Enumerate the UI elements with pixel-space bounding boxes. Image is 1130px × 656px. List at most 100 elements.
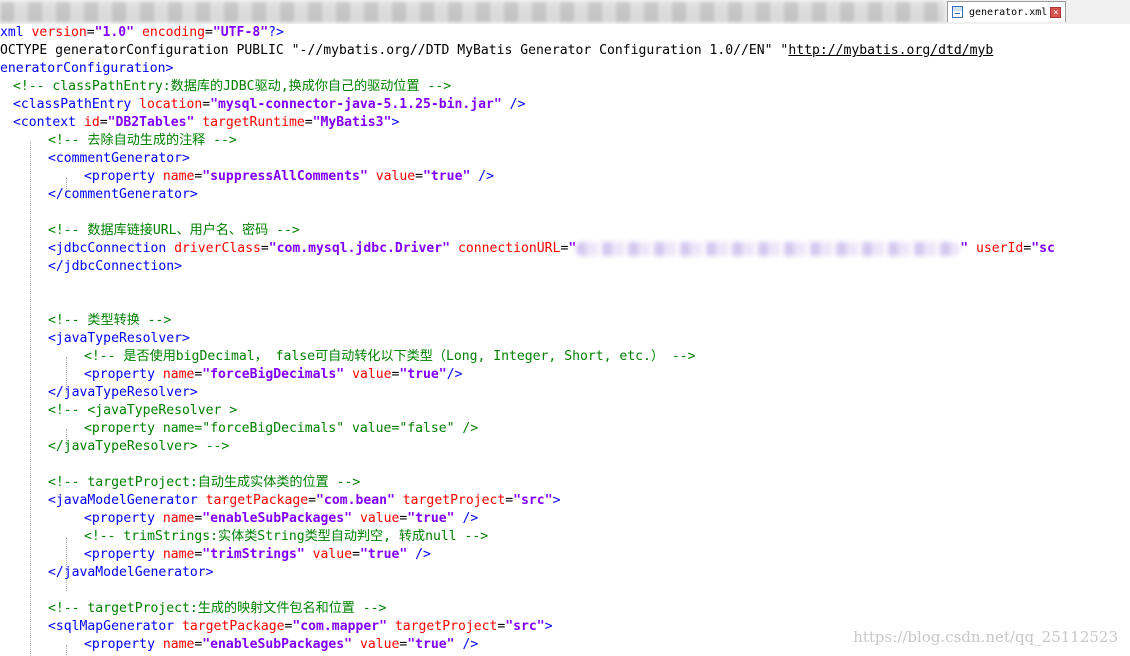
code-token: "com.mapper" [292,619,387,634]
code-token: id [83,115,100,130]
code-token: <!-- targetProject:自动生成实体类的位置 --> [48,475,361,490]
code-token: name [162,367,195,382]
code-token: "com.bean" [316,493,395,508]
code-token: value [359,511,400,526]
tab-generator-xml[interactable]: generator.xml × [947,1,1066,22]
code-token: <property [84,367,163,382]
code-token: name [162,511,195,526]
redacted-connection-url [576,241,961,256]
code-line: <!-- classPathEntry:数据库的JDBC驱动,换成你自己的驱动位… [13,78,451,96]
code-token: = [205,25,213,40]
code-line: </javaTypeResolver> --> [48,438,229,456]
code-line: </javaTypeResolver> [48,384,198,402]
code-token: OCTYPE generatorConfiguration PUBLIC "-/… [0,43,789,58]
code-token: targetPackage [205,493,309,508]
code-line: <property name = "suppressAllComments" val… [84,168,494,186]
code-token: " [960,241,969,256]
code-token: <!-- 类型转换 --> [48,313,172,328]
code-token: " [568,241,577,256]
code-token: xml [0,25,32,40]
code-line: <!-- trimStrings:实体类String类型自动判空, 转成null… [84,528,488,546]
code-token: <property [84,637,163,652]
code-token: = [308,493,317,508]
code-line: <!-- 是否使用bigDecimal， false可自动转化以下类型（Long… [84,348,696,366]
code-token: "trimStrings" [202,547,305,562]
code-line: <!-- <javaTypeResolver > [48,402,237,420]
code-line: <!-- targetProject:生成的映射文件包名和位置 --> [48,600,386,618]
code-line: <!-- targetProject:自动生成实体类的位置 --> [48,474,360,492]
close-icon[interactable]: × [1050,6,1062,18]
code-token: connectionURL [457,241,561,256]
code-line: <javaModelGenerator targetPackage="com.b… [48,492,560,510]
code-token: "forceBigDecimals" [202,367,345,382]
code-token: "true" [359,547,408,562]
code-editor[interactable]: xml version="1.0" encoding="UTF-8"?> OCT… [0,24,1130,656]
code-token: = [352,547,360,562]
blurred-tabs [0,2,945,22]
code-line: xml version="1.0" encoding="UTF-8"?> [0,24,284,42]
code-token: value [359,637,400,652]
code-token: name [162,547,195,562]
code-token: encoding [141,25,206,40]
code-line: <property name="forceBigDecimals" value=… [84,420,478,438]
code-token: /> [407,547,431,562]
code-token: <javaTypeResolver> [48,331,190,346]
indent-guide [66,645,67,656]
code-token: <jdbcConnection [48,241,175,256]
code-line: <property name="trimStrings" value="true… [84,546,431,564]
code-line: <property name="enableSubPackages" value… [84,636,478,654]
code-line: <property name="forceBigDecimals" value=… [84,366,462,384]
dtd-link[interactable]: http://mybatis.org/dtd/myb [788,43,993,58]
code-token: name [162,169,195,184]
code-token: <!-- classPathEntry:数据库的JDBC驱动,换成你自己的驱动位… [13,79,452,94]
code-token: "src" [505,619,545,634]
code-line: <!-- 数据库链接URL、用户名、密码 --> [48,222,300,240]
code-token: value [312,547,353,562]
code-line: <!-- 类型转换 --> [48,312,171,330]
code-token: <property [84,169,163,184]
code-token: value [352,367,392,382]
watermark: https://blog.csdn.net/qq_25112523 [853,628,1118,646]
tab-label: generator.xml [969,6,1048,18]
code-token: ?> [268,25,284,40]
code-token: "true" [407,511,455,526]
code-token: value [375,169,416,184]
code-token: location [139,97,203,112]
code-token: = [260,241,269,256]
code-token: = [304,115,313,130]
code-token: "suppressAllComments" [202,169,368,184]
code-token: <property [84,547,163,562]
code-token: <!-- 去除自动生成的注释 --> [48,133,237,148]
code-token: <!-- trimStrings:实体类String类型自动判空, 转成null… [84,529,489,544]
code-token: "true" [423,169,471,184]
code-token: "UTF-8" [212,25,269,40]
code-token: > [552,493,561,508]
code-token: = [505,493,514,508]
code-token: <context [13,115,84,130]
code-token: userId [976,241,1024,256]
code-line: <property name="enableSubPackages" value… [84,510,478,528]
code-token: /> [501,97,526,112]
code-token: <property [84,511,163,526]
code-token: </javaTypeResolver> --> [48,439,230,454]
code-token: </javaModelGenerator> [48,565,214,580]
code-token: targetProject [402,493,506,508]
code-token: <property name="forceBigDecimals" value=… [84,421,479,436]
code-line: </jdbcConnection> [48,258,182,276]
code-line: <context id="DB2Tables" targetRuntime="M… [13,114,399,132]
code-token: targetRuntime [202,115,305,130]
code-line: <javaTypeResolver> [48,330,190,348]
tab-bar: generator.xml × [0,0,1130,25]
code-token: > [391,115,400,130]
code-line: <!-- 去除自动生成的注释 --> [48,132,237,150]
code-token: "src" [513,493,553,508]
code-token: targetProject [394,619,498,634]
